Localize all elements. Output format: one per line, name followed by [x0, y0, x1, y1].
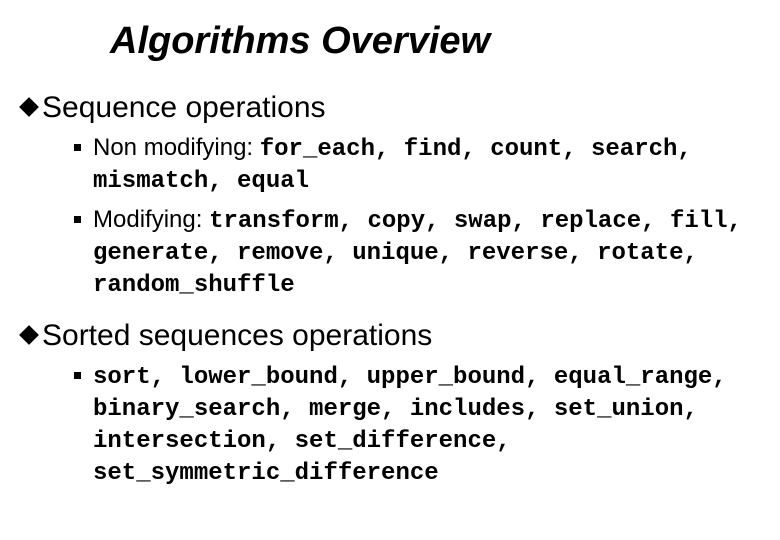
diamond-icon [19, 97, 39, 117]
section-heading: Sorted sequences operations [42, 319, 432, 353]
section-heading: Sequence operations [42, 91, 326, 125]
list-item: sort, lower_bound, upper_bound, equal_ra… [70, 361, 760, 489]
bullet-icon [74, 372, 81, 379]
page-title: Algorithms Overview [110, 20, 760, 63]
bullet-icon [74, 216, 81, 223]
item-code: sort, lower_bound, upper_bound, equal_ra… [93, 364, 727, 487]
list-item: Non modifying: for_each, find, count, se… [70, 133, 760, 197]
diamond-icon [19, 325, 39, 345]
slide: Algorithms Overview Sequence operations … [0, 0, 780, 511]
section-sorted-ops: Sorted sequences operations [20, 319, 760, 353]
section-sequence-ops: Sequence operations [20, 91, 760, 125]
list-item: Modifying: transform, copy, swap, replac… [70, 205, 760, 301]
item-label: Non modifying: [93, 134, 260, 161]
bullet-icon [74, 144, 81, 151]
item-label: Modifying: [93, 206, 209, 233]
